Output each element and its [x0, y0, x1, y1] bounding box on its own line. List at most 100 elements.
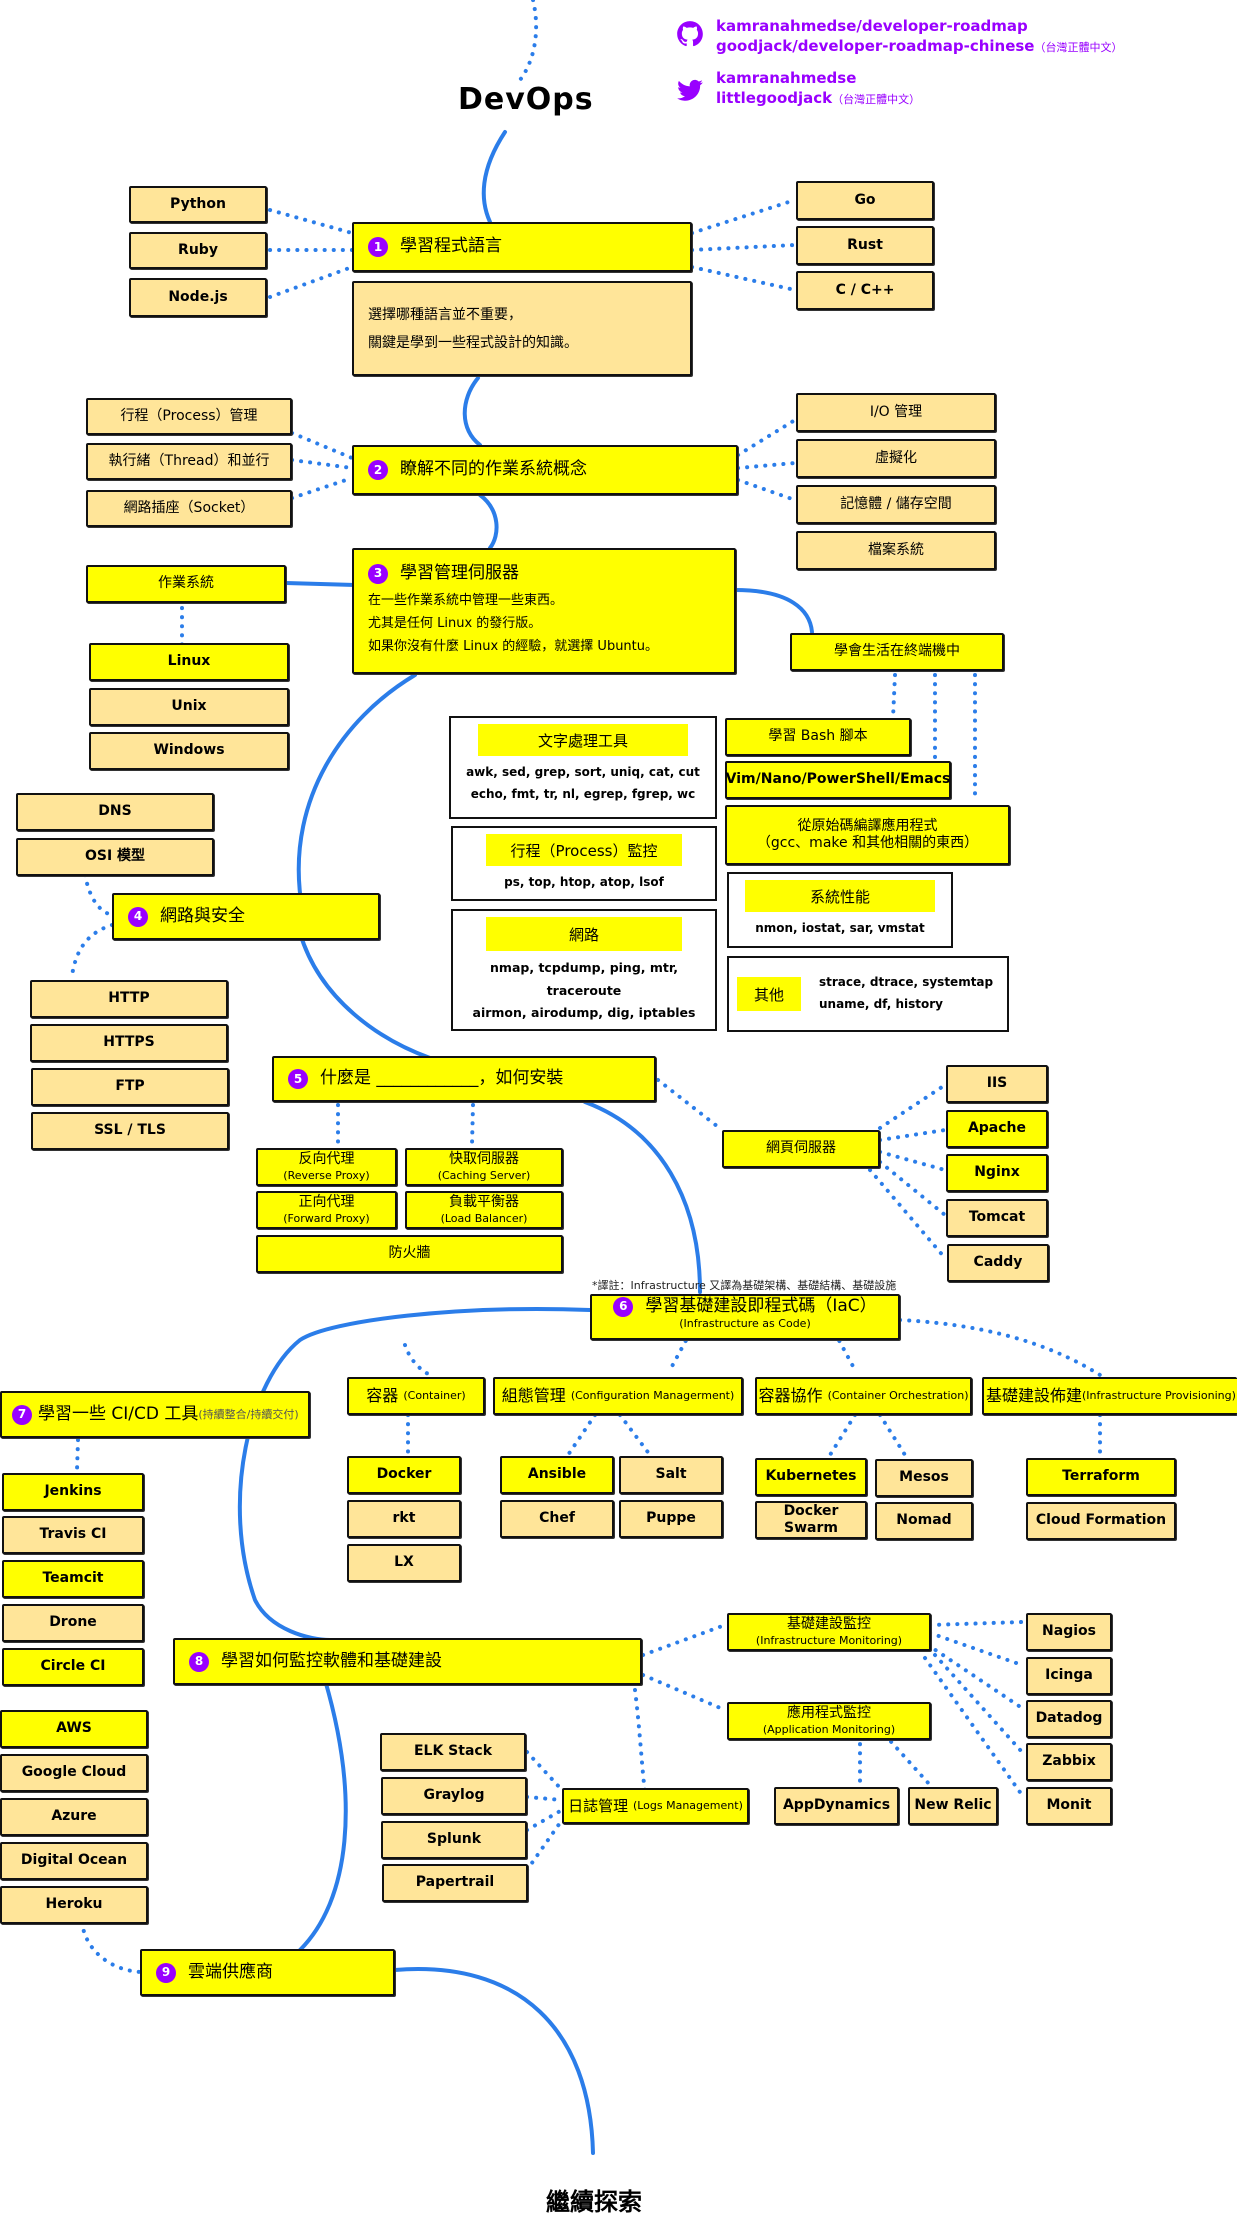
- language-ruby[interactable]: Ruby: [129, 232, 267, 269]
- cicd-drone[interactable]: Drone: [2, 1604, 144, 1642]
- network-osi-model[interactable]: OSI 模型: [16, 838, 214, 876]
- step-1-node[interactable]: 1 學習程式語言: [352, 222, 692, 272]
- tool-group-title[interactable]: 行程（Process）監控: [486, 834, 682, 866]
- network-ssl-tls[interactable]: SSL / TLS: [31, 1112, 229, 1150]
- container-rkt[interactable]: rkt: [347, 1500, 461, 1538]
- terminal-editors[interactable]: Vim/Nano/PowerShell/Emacs: [725, 761, 951, 799]
- logs-papertrail[interactable]: Papertrail: [382, 1864, 528, 1902]
- os-windows[interactable]: Windows: [89, 732, 289, 770]
- monitoring-new-relic[interactable]: New Relic: [908, 1787, 998, 1825]
- terminal-bash[interactable]: 學習 Bash 腳本: [725, 718, 911, 756]
- orchestration-docker-swarm[interactable]: Docker Swarm: [755, 1501, 867, 1539]
- orchestration-nomad[interactable]: Nomad: [875, 1502, 973, 1540]
- cloud-aws[interactable]: AWS: [0, 1710, 148, 1748]
- iac-container-orchestration-node[interactable]: 容器協作 (Container Orchestration): [755, 1377, 972, 1415]
- twitter-icon[interactable]: [676, 77, 704, 105]
- network-http[interactable]: HTTP: [30, 980, 228, 1018]
- step-2-node[interactable]: 2 瞭解不同的作業系統概念: [352, 445, 738, 495]
- config-ansible[interactable]: Ansible: [500, 1456, 614, 1494]
- operating-systems-node[interactable]: 作業系統: [86, 565, 286, 603]
- orchestration-kubernetes[interactable]: Kubernetes: [755, 1458, 867, 1496]
- web-server-caddy[interactable]: Caddy: [947, 1244, 1049, 1282]
- cloud-google-cloud[interactable]: Google Cloud: [0, 1754, 148, 1792]
- step-7-node[interactable]: 7 學習一些 CI/CD 工具 (持續整合/持續交付): [0, 1391, 310, 1438]
- os-unix[interactable]: Unix: [89, 688, 289, 726]
- config-salt[interactable]: Salt: [619, 1456, 723, 1494]
- os-concept-io[interactable]: I/O 管理: [796, 393, 996, 432]
- web-server-iis[interactable]: IIS: [946, 1065, 1048, 1103]
- github-link-original[interactable]: kamranahmedse/developer-roadmap: [716, 16, 1122, 36]
- monitoring-nagios[interactable]: Nagios: [1026, 1613, 1112, 1651]
- config-puppet[interactable]: Puppe: [619, 1500, 723, 1538]
- github-link-chinese[interactable]: goodjack/developer-roadmap-chinese（台灣正體中…: [716, 36, 1122, 56]
- os-concept-filesystem[interactable]: 檔案系統: [796, 531, 996, 570]
- os-concept-thread[interactable]: 執行緒（Thread）和並行: [86, 443, 292, 480]
- concept-forward-proxy[interactable]: 正向代理 (Forward Proxy): [256, 1191, 397, 1229]
- step-header: 3 學習管理伺服器: [368, 563, 519, 584]
- tool-group-title[interactable]: 網路: [486, 917, 682, 951]
- language-python[interactable]: Python: [129, 186, 267, 223]
- os-concept-memory-storage[interactable]: 記憶體 / 儲存空間: [796, 485, 996, 524]
- monitoring-icinga[interactable]: Icinga: [1026, 1657, 1112, 1695]
- monitoring-monit[interactable]: Monit: [1026, 1787, 1112, 1825]
- step-9-node[interactable]: 9 雲端供應商: [140, 1949, 395, 1996]
- network-dns[interactable]: DNS: [16, 793, 214, 831]
- iac-config-management-node[interactable]: 組態管理 (Configuration Managerment): [493, 1377, 743, 1415]
- provisioning-terraform[interactable]: Terraform: [1026, 1458, 1176, 1496]
- network-https[interactable]: HTTPS: [30, 1024, 228, 1062]
- iac-container-node[interactable]: 容器 (Container): [347, 1377, 485, 1415]
- github-icon[interactable]: [676, 20, 704, 48]
- tool-group-title[interactable]: 其他: [737, 977, 801, 1011]
- cloud-digital-ocean[interactable]: Digital Ocean: [0, 1842, 148, 1880]
- terminal-compile-from-source[interactable]: 從原始碼編譯應用程式 （gcc、make 和其他相關的東西）: [725, 805, 1010, 865]
- step-5-node[interactable]: 5 什麼是 ____________，如何安裝: [272, 1056, 656, 1102]
- os-concept-socket[interactable]: 網路插座（Socket）: [86, 490, 292, 527]
- tool-group-title[interactable]: 文字處理工具: [478, 724, 688, 756]
- cicd-circle-ci[interactable]: Circle CI: [2, 1648, 144, 1686]
- monitoring-appdynamics[interactable]: AppDynamics: [774, 1787, 899, 1825]
- step-3-node[interactable]: 3 學習管理伺服器 在一些作業系統中管理一些東西。 尤其是任何 Linux 的發…: [352, 548, 736, 674]
- cicd-travis-ci[interactable]: Travis CI: [2, 1516, 144, 1554]
- step-6-node[interactable]: 6 學習基礎建設即程式碼（IaC） (Infrastructure as Cod…: [590, 1294, 900, 1340]
- cicd-teamcity[interactable]: Teamcit: [2, 1560, 144, 1598]
- infrastructure-monitoring-node[interactable]: 基礎建設監控 (Infrastructure Monitoring): [727, 1613, 931, 1651]
- monitoring-datadog[interactable]: Datadog: [1026, 1700, 1112, 1738]
- concept-firewall[interactable]: 防火牆: [256, 1235, 563, 1273]
- os-concept-virtualization[interactable]: 虛擬化: [796, 439, 996, 478]
- container-docker[interactable]: Docker: [347, 1456, 461, 1494]
- concept-reverse-proxy[interactable]: 反向代理 (Reverse Proxy): [256, 1148, 397, 1186]
- web-server-node[interactable]: 網頁伺服器: [722, 1130, 880, 1168]
- application-monitoring-node[interactable]: 應用程式監控 (Application Monitoring): [727, 1702, 931, 1740]
- step-4-node[interactable]: 4 網路與安全: [112, 893, 380, 940]
- twitter-link-original[interactable]: kamranahmedse: [716, 68, 920, 88]
- language-nodejs[interactable]: Node.js: [129, 278, 267, 317]
- orchestration-mesos[interactable]: Mesos: [875, 1459, 973, 1497]
- terminal-node[interactable]: 學會生活在終端機中: [790, 633, 1004, 671]
- provisioning-cloud-formation[interactable]: Cloud Formation: [1026, 1502, 1176, 1540]
- cicd-jenkins[interactable]: Jenkins: [2, 1473, 144, 1511]
- os-concept-process[interactable]: 行程（Process）管理: [86, 398, 292, 435]
- logs-graylog[interactable]: Graylog: [381, 1777, 527, 1815]
- web-server-nginx[interactable]: Nginx: [946, 1154, 1048, 1192]
- container-lx[interactable]: LX: [347, 1544, 461, 1582]
- language-c-cpp[interactable]: C / C++: [796, 271, 934, 310]
- language-go[interactable]: Go: [796, 181, 934, 220]
- concept-caching-server[interactable]: 快取伺服器 (Caching Server): [405, 1148, 563, 1186]
- logs-elk-stack[interactable]: ELK Stack: [380, 1733, 526, 1771]
- network-ftp[interactable]: FTP: [31, 1068, 229, 1106]
- language-rust[interactable]: Rust: [796, 226, 934, 265]
- web-server-tomcat[interactable]: Tomcat: [946, 1199, 1048, 1237]
- cloud-azure[interactable]: Azure: [0, 1798, 148, 1836]
- cloud-heroku[interactable]: Heroku: [0, 1886, 148, 1924]
- config-chef[interactable]: Chef: [500, 1500, 614, 1538]
- tool-group-title[interactable]: 系統性能: [745, 880, 935, 912]
- monitoring-zabbix[interactable]: Zabbix: [1026, 1743, 1112, 1781]
- step-8-node[interactable]: 8 學習如何監控軟體和基礎建設: [173, 1638, 642, 1685]
- web-server-apache[interactable]: Apache: [946, 1110, 1048, 1148]
- logs-splunk[interactable]: Splunk: [381, 1821, 527, 1859]
- iac-provisioning-node[interactable]: 基礎建設佈建 (Infrastructure Provisioning): [982, 1377, 1237, 1415]
- twitter-link-chinese[interactable]: littlegoodjack（台灣正體中文）: [716, 88, 920, 108]
- concept-load-balancer[interactable]: 負載平衡器 (Load Balancer): [405, 1191, 563, 1229]
- os-linux[interactable]: Linux: [89, 643, 289, 681]
- logs-management-node[interactable]: 日誌管理 (Logs Management): [562, 1788, 749, 1824]
